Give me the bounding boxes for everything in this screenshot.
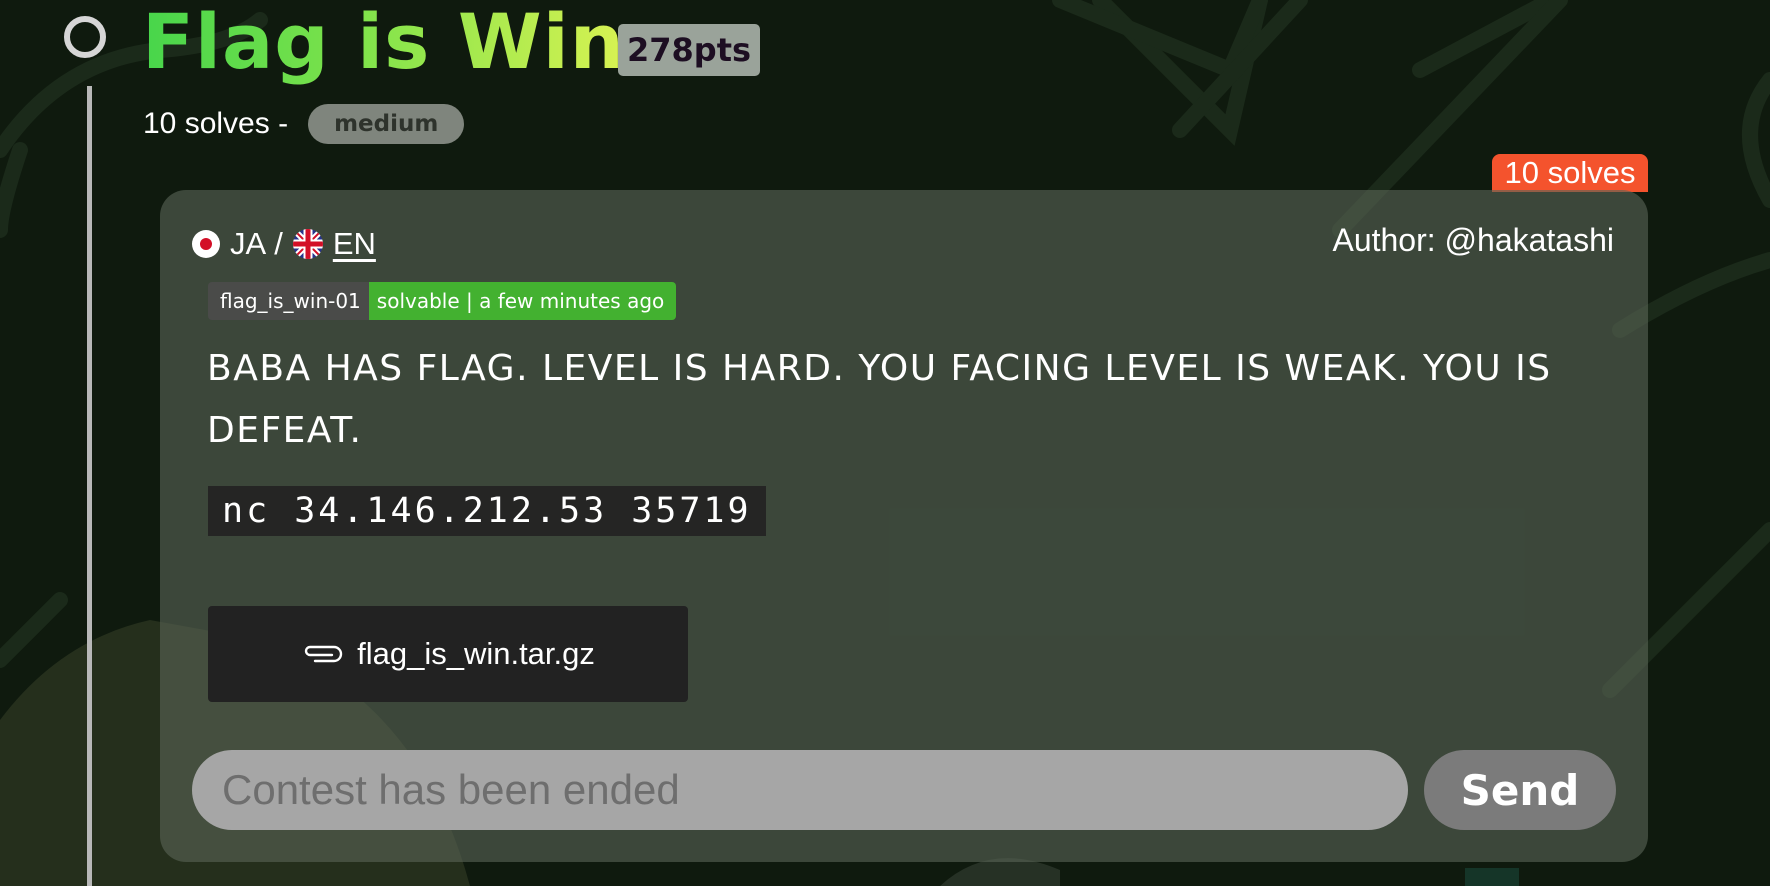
paperclip-icon <box>304 645 343 663</box>
status-row: flag_is_win-01 solvable | a few minutes … <box>208 282 677 320</box>
lang-en-label: EN <box>332 226 376 261</box>
timeline-marker <box>64 16 106 58</box>
difficulty-badge: medium <box>308 104 465 144</box>
lang-en-link[interactable]: EN <box>292 226 376 262</box>
author-label: Author: @hakatashi <box>1332 222 1614 258</box>
send-button[interactable]: Send <box>1424 750 1616 830</box>
japan-flag-icon <box>192 230 220 258</box>
points-badge: 278pts <box>618 24 761 76</box>
flag-input[interactable] <box>192 750 1408 830</box>
language-switcher: JA / EN <box>192 226 376 262</box>
solves-ribbon: 10 solves <box>1492 154 1648 192</box>
solves-count: 10 solves - <box>143 107 289 140</box>
solvable-status-tag: solvable | a few minutes ago <box>368 282 677 320</box>
lang-ja-label[interactable]: JA <box>230 226 266 262</box>
connection-command: nc 34.146.212.53 35719 <box>208 486 766 536</box>
challenge-description: BABA HAS FLAG. LEVEL IS HARD. YOU FACING… <box>207 348 1552 451</box>
uk-flag-icon <box>292 229 323 259</box>
lang-separator: / <box>274 226 283 261</box>
attachment-download-button[interactable]: flag_is_win.tar.gz <box>208 606 688 702</box>
timeline-line <box>87 86 92 886</box>
attachment-filename: flag_is_win.tar.gz <box>357 636 595 671</box>
challenge-title: Flag is Win <box>142 0 625 88</box>
challenge-card: JA / EN Author: @hakatashi flag_is_win-0… <box>160 190 1648 862</box>
challenge-id-tag: flag_is_win-01 <box>208 282 369 320</box>
challenge-meta: 10 solves - medium <box>143 104 465 144</box>
